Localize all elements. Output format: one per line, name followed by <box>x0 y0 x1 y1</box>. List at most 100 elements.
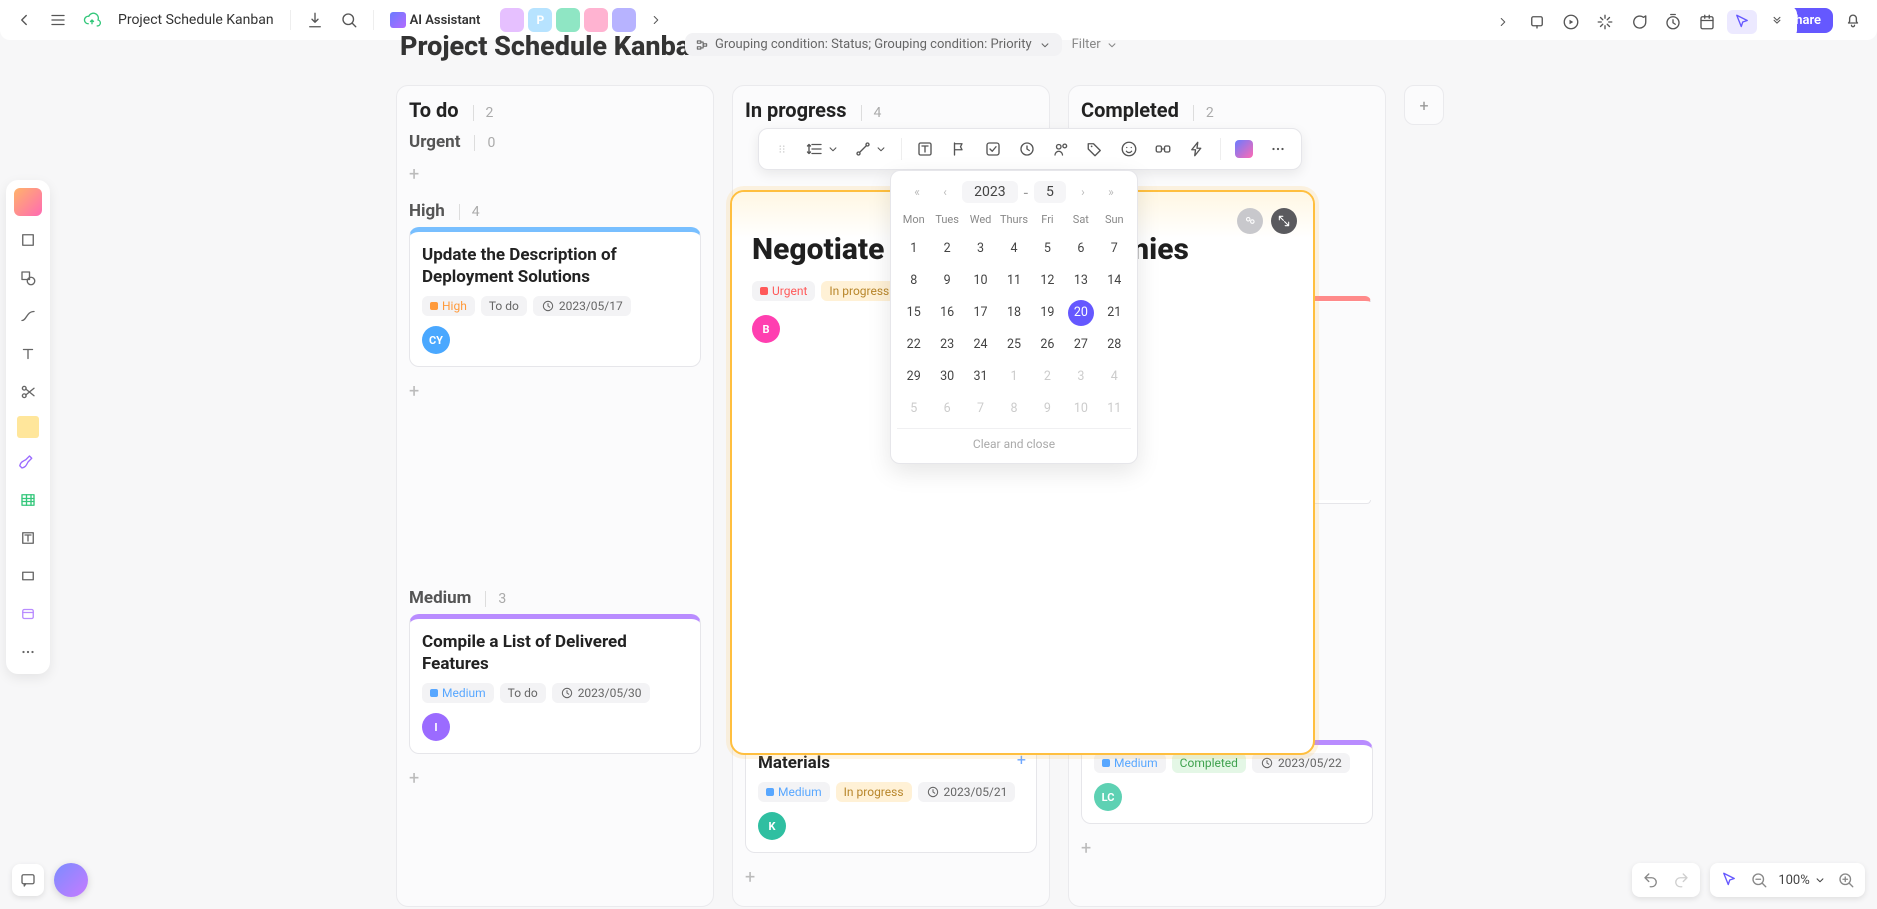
play-icon[interactable] <box>1557 8 1585 36</box>
search-button[interactable] <box>335 6 363 34</box>
ai-assistant-button[interactable]: AI Assistant <box>384 12 487 28</box>
redo-button[interactable] <box>1670 871 1692 889</box>
card-tool-icon[interactable] <box>14 600 42 628</box>
shape-tool-icon[interactable] <box>14 264 42 292</box>
line-height-button[interactable] <box>801 134 845 164</box>
add-column-button[interactable]: + <box>1404 85 1444 125</box>
scissors-icon[interactable] <box>14 378 42 406</box>
drag-handle-icon[interactable] <box>767 134 797 164</box>
dp-day[interactable]: 4 <box>1101 364 1127 390</box>
flag-button[interactable] <box>944 134 974 164</box>
collaborator-chip[interactable] <box>500 8 524 32</box>
sticky-note-icon[interactable] <box>17 416 39 438</box>
ai-chat-bubble[interactable] <box>54 863 88 897</box>
dp-day[interactable]: 23 <box>934 332 960 358</box>
grouping-conditions[interactable]: Grouping condition: Status; Grouping con… <box>685 33 1062 56</box>
next-year-button[interactable]: » <box>1100 181 1122 203</box>
assignee-button[interactable] <box>1046 134 1076 164</box>
dp-day[interactable]: 20 <box>1068 300 1094 326</box>
prev-month-button[interactable]: ‹ <box>934 181 956 203</box>
year-display[interactable]: 2023 <box>962 181 1017 203</box>
dp-day[interactable]: 18 <box>1001 300 1027 326</box>
undo-button[interactable] <box>1640 871 1662 889</box>
zoom-in-button[interactable] <box>1835 871 1857 889</box>
collaborator-chip[interactable]: P <box>528 8 552 32</box>
dp-day[interactable]: 5 <box>1034 236 1060 262</box>
dp-day[interactable]: 30 <box>934 364 960 390</box>
dp-day[interactable]: 11 <box>1001 268 1027 294</box>
container-icon[interactable] <box>14 562 42 590</box>
next-month-button[interactable]: › <box>1072 181 1094 203</box>
sidebar-toggle[interactable] <box>44 6 72 34</box>
dp-day[interactable]: 25 <box>1001 332 1027 358</box>
filter-button[interactable]: Filter <box>1072 37 1119 52</box>
add-card-button[interactable]: + <box>409 375 701 408</box>
dp-day[interactable]: 26 <box>1034 332 1060 358</box>
pointer-tool-active[interactable] <box>1727 10 1757 34</box>
more-tools-icon[interactable] <box>14 638 42 666</box>
dp-day[interactable]: 4 <box>1001 236 1027 262</box>
dp-day[interactable]: 2 <box>1034 364 1060 390</box>
emoji-button[interactable] <box>1114 134 1144 164</box>
dp-day[interactable]: 3 <box>968 236 994 262</box>
checklist-button[interactable] <box>978 134 1008 164</box>
comment-icon[interactable] <box>1625 8 1653 36</box>
dp-day[interactable]: 16 <box>934 300 960 326</box>
text-tool-icon[interactable] <box>14 340 42 368</box>
notifications-icon[interactable] <box>1839 6 1867 34</box>
automation-button[interactable] <box>1182 134 1212 164</box>
frame-tool-icon[interactable] <box>14 226 42 254</box>
dp-day[interactable]: 27 <box>1068 332 1094 358</box>
tag-button[interactable] <box>1080 134 1110 164</box>
collaborators-icon[interactable] <box>1237 208 1263 234</box>
due-date-button[interactable] <box>1012 134 1042 164</box>
dp-day[interactable]: 2 <box>934 236 960 262</box>
text-block-icon[interactable] <box>14 524 42 552</box>
dp-day[interactable]: 6 <box>1068 236 1094 262</box>
dp-day[interactable]: 8 <box>1001 396 1027 422</box>
card-delivered-features[interactable]: Compile a List of Delivered Features Med… <box>409 614 701 754</box>
zoom-out-button[interactable] <box>1748 871 1770 889</box>
link-button[interactable] <box>1148 134 1178 164</box>
dp-day[interactable]: 9 <box>934 268 960 294</box>
dp-day[interactable]: 8 <box>901 268 927 294</box>
card-materials[interactable]: + Materials Medium In progress 2023/05/2… <box>745 740 1037 853</box>
pen-tool-icon[interactable] <box>14 448 42 476</box>
zoom-level[interactable]: 100% <box>1778 873 1827 888</box>
dp-day[interactable]: 9 <box>1034 396 1060 422</box>
ai-button[interactable] <box>1229 134 1259 164</box>
templates-icon[interactable] <box>14 188 42 216</box>
clear-close-button[interactable]: Clear and close <box>897 428 1131 453</box>
expand-icon[interactable] <box>1271 208 1297 234</box>
collaborator-chip[interactable] <box>556 8 580 32</box>
present-icon[interactable] <box>1523 8 1551 36</box>
dp-day[interactable]: 7 <box>968 396 994 422</box>
prev-year-button[interactable]: « <box>906 181 928 203</box>
dp-day[interactable]: 17 <box>968 300 994 326</box>
add-card-button[interactable]: + <box>409 158 701 191</box>
download-button[interactable] <box>301 6 329 34</box>
dp-day[interactable]: 29 <box>901 364 927 390</box>
collaborator-chip[interactable] <box>612 8 636 32</box>
chevron-right-icon[interactable] <box>1489 8 1517 36</box>
dp-day[interactable]: 19 <box>1034 300 1060 326</box>
dp-day[interactable]: 1 <box>1001 364 1027 390</box>
add-card-button[interactable]: + <box>409 762 701 795</box>
add-card-button[interactable]: + <box>1081 832 1373 865</box>
dp-day[interactable]: 22 <box>901 332 927 358</box>
timer-icon[interactable] <box>1659 8 1687 36</box>
dp-day[interactable]: 15 <box>901 300 927 326</box>
dp-day[interactable]: 6 <box>934 396 960 422</box>
dp-day[interactable]: 3 <box>1068 364 1094 390</box>
dp-day[interactable]: 13 <box>1068 268 1094 294</box>
dp-day[interactable]: 7 <box>1101 236 1127 262</box>
dp-day[interactable]: 14 <box>1101 268 1127 294</box>
dp-day[interactable]: 11 <box>1101 396 1127 422</box>
add-card-button[interactable]: + <box>745 861 1037 894</box>
calendar-icon[interactable] <box>1693 8 1721 36</box>
insert-text-button[interactable] <box>910 134 940 164</box>
table-icon[interactable] <box>14 486 42 514</box>
sparkle-icon[interactable] <box>1591 8 1619 36</box>
collaborator-chip[interactable] <box>584 8 608 32</box>
cursor-mode-icon[interactable] <box>1718 871 1740 889</box>
